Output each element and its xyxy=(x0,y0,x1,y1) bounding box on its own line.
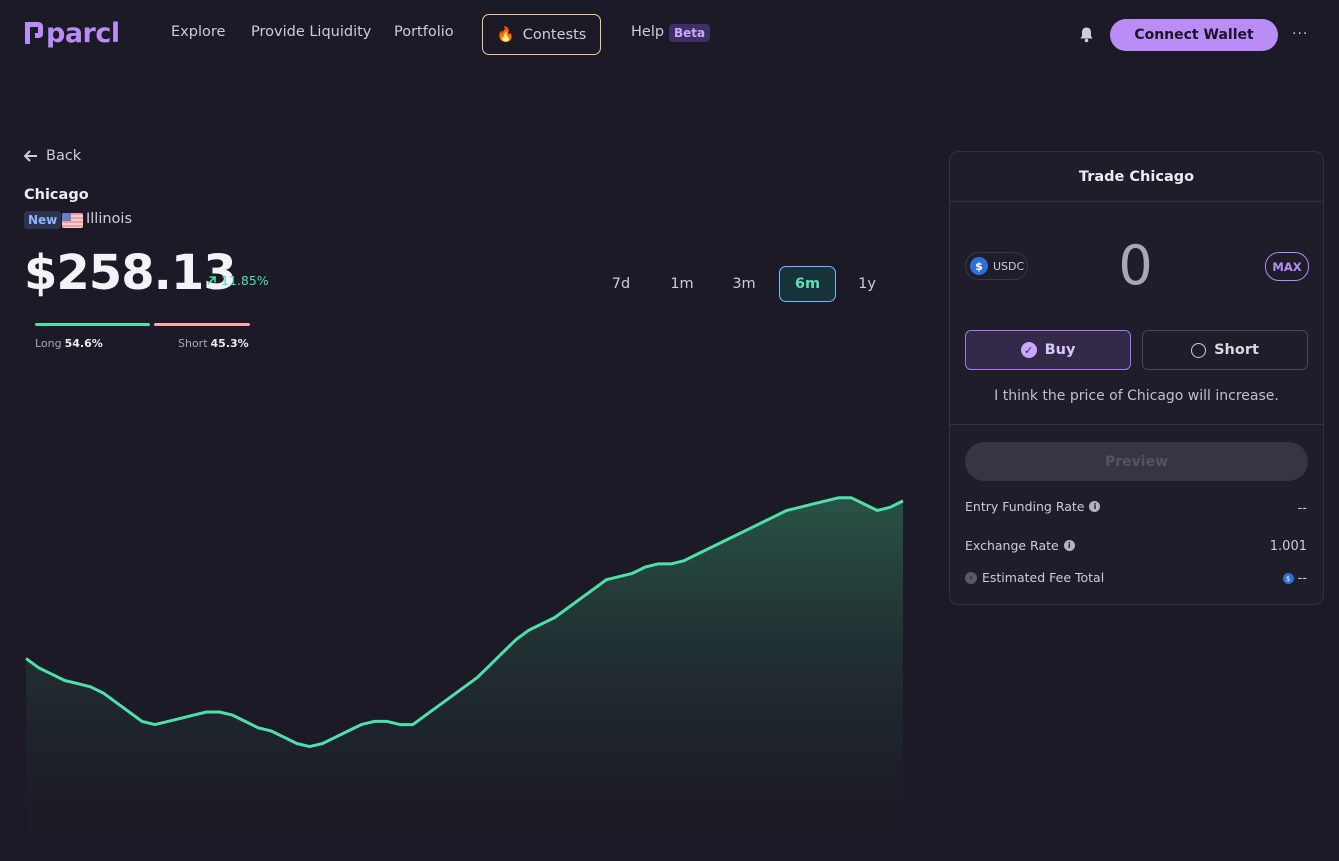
top-nav: parcl Explore Provide Liquidity Portfoli… xyxy=(0,0,1339,70)
bell-icon[interactable] xyxy=(1078,26,1095,43)
price-change-value: 11.85% xyxy=(221,273,269,288)
currency-selector[interactable]: $ USDC xyxy=(965,252,1028,280)
preview-button[interactable]: Preview xyxy=(965,442,1308,481)
short-ratio-bar xyxy=(154,323,250,326)
usdc-coin-icon: $ xyxy=(970,257,988,275)
chevron-right-icon[interactable]: › xyxy=(965,571,977,584)
nav-portfolio[interactable]: Portfolio xyxy=(394,24,454,40)
beta-badge: Beta xyxy=(669,24,711,42)
chart-area-fill xyxy=(26,497,903,850)
info-icon[interactable]: i xyxy=(1089,501,1101,512)
price-chart xyxy=(25,496,904,850)
long-ratio-bar xyxy=(35,323,150,326)
us-flag-icon xyxy=(62,213,83,228)
back-link[interactable]: Back xyxy=(24,148,81,164)
exchange-rate-label: Exchange Rate xyxy=(965,538,1059,553)
market-price: $258.13 xyxy=(24,245,237,301)
buy-button[interactable]: ✓ Buy xyxy=(965,330,1131,370)
entry-funding-label: Entry Funding Rate xyxy=(965,499,1085,514)
exchange-rate-value: 1.001 xyxy=(1269,539,1307,554)
parcl-logo[interactable]: parcl xyxy=(24,17,120,49)
usdc-coin-icon: $ xyxy=(1282,573,1294,584)
info-icon[interactable]: i xyxy=(1063,540,1075,551)
fee-value: -- xyxy=(1297,571,1307,586)
parcl-logo-mark xyxy=(25,22,43,44)
nav-help[interactable]: Help xyxy=(631,24,664,40)
market-state: Illinois xyxy=(86,211,133,227)
new-badge: New xyxy=(24,211,62,229)
contests-label: Contests xyxy=(522,26,587,43)
long-pct: 54.6% xyxy=(64,337,103,350)
arrow-left-icon xyxy=(24,150,37,162)
long-label: Long xyxy=(35,337,62,350)
exchange-rate-row: Exchange Rate i xyxy=(965,538,1075,553)
fee-value-group: $ -- xyxy=(1282,571,1307,586)
range-6m[interactable]: 6m xyxy=(779,266,836,302)
short-label-btn: Short xyxy=(1214,342,1259,358)
radio-icon xyxy=(1191,342,1207,358)
trade-panel: Trade Chicago $ USDC 0 MAX ✓ Buy Short I… xyxy=(949,151,1324,605)
long-ratio: Long 54.6% xyxy=(35,337,103,350)
market-name: Chicago xyxy=(24,187,89,203)
brand-name: parcl xyxy=(46,17,120,49)
trade-hint: I think the price of Chicago will increa… xyxy=(994,388,1279,404)
back-label: Back xyxy=(46,148,82,164)
entry-funding-rate-row: Entry Funding Rate i xyxy=(965,499,1101,514)
range-1m[interactable]: 1m xyxy=(661,266,703,302)
short-label: Short xyxy=(178,337,208,350)
max-button[interactable]: MAX xyxy=(1265,252,1309,281)
nav-provide-liquidity[interactable]: Provide Liquidity xyxy=(251,24,371,40)
amount-input[interactable]: 0 xyxy=(1030,234,1241,297)
entry-funding-value: -- xyxy=(1297,501,1307,516)
short-ratio: Short 45.3% xyxy=(178,337,249,350)
arrow-up-right-icon xyxy=(207,276,216,285)
range-3m[interactable]: 3m xyxy=(723,266,765,302)
more-menu-icon[interactable]: ··· xyxy=(1292,27,1309,41)
nav-explore[interactable]: Explore xyxy=(171,24,225,40)
range-1y[interactable]: 1y xyxy=(846,266,888,302)
contests-button[interactable]: 🔥 Contests xyxy=(482,14,601,55)
check-icon: ✓ xyxy=(1020,342,1037,358)
price-change: 11.85% xyxy=(206,273,269,288)
short-button[interactable]: Short xyxy=(1142,330,1308,370)
buy-label: Buy xyxy=(1044,342,1076,358)
currency-label: USDC xyxy=(993,259,1025,273)
fire-icon: 🔥 xyxy=(496,27,515,43)
trade-title: Trade Chicago xyxy=(950,152,1323,202)
fee-label: Estimated Fee Total xyxy=(982,570,1105,585)
connect-wallet-button[interactable]: Connect Wallet xyxy=(1110,19,1278,51)
range-7d[interactable]: 7d xyxy=(600,266,642,302)
divider xyxy=(950,424,1323,425)
short-pct: 45.3% xyxy=(210,337,249,350)
estimated-fee-row[interactable]: › Estimated Fee Total xyxy=(965,570,1104,585)
